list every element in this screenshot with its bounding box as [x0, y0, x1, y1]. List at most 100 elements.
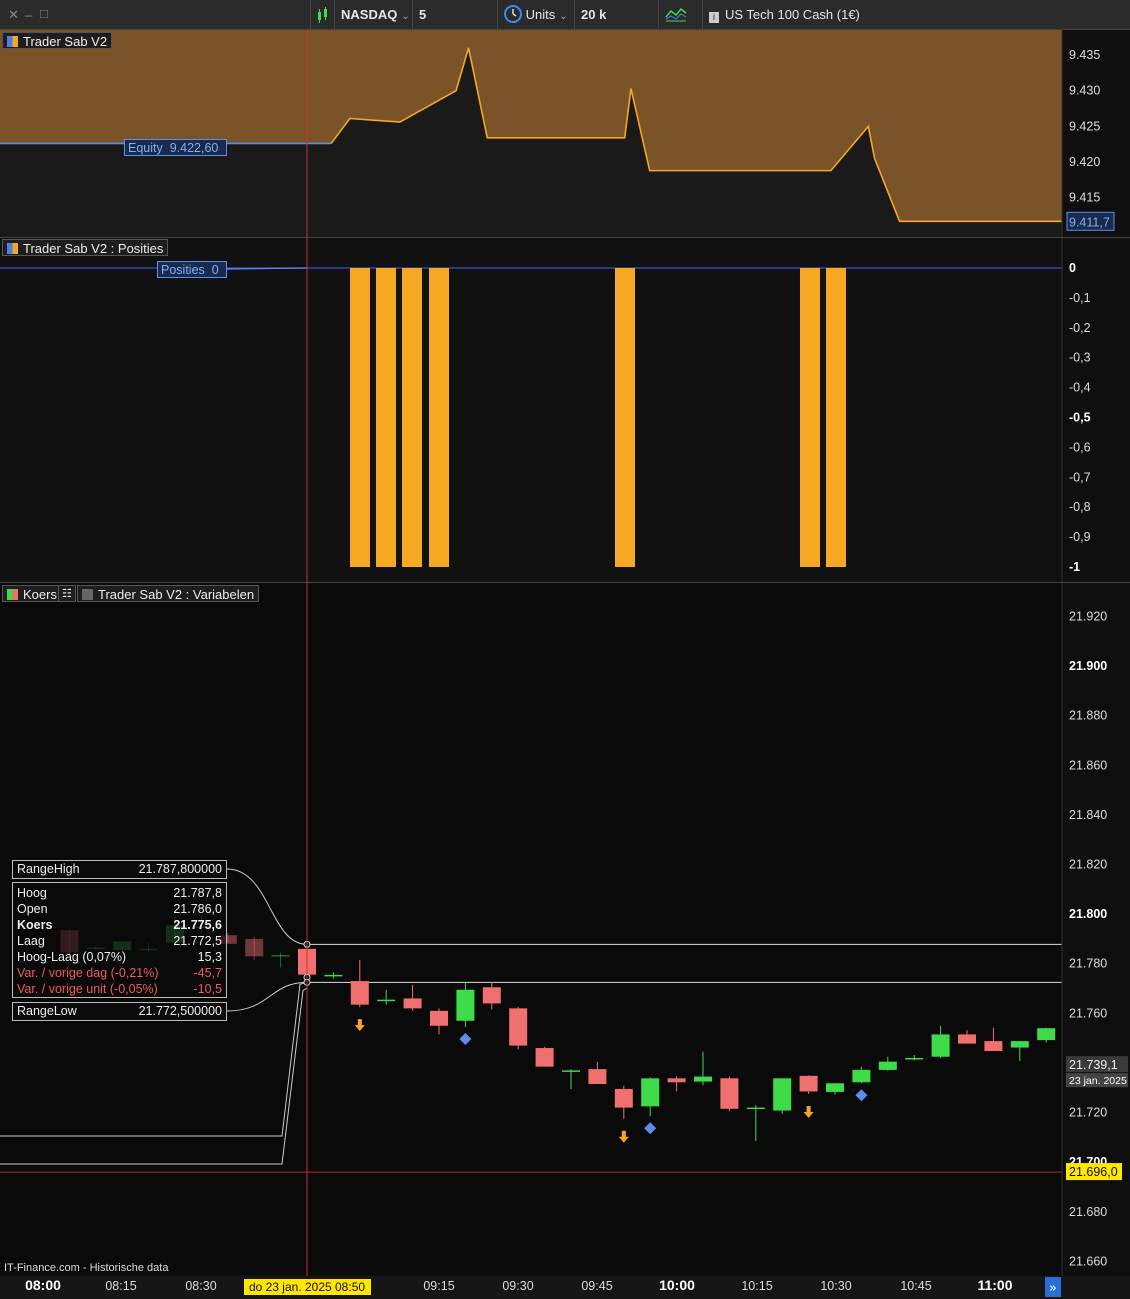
equity-y-tick: 9.415 — [1069, 191, 1100, 205]
market-label: NASDAQ — [341, 7, 398, 22]
candle-body — [641, 1078, 660, 1107]
candle-body — [588, 1069, 607, 1085]
candle-body — [878, 1061, 897, 1070]
info-row-var-unit: Var. / vorige unit (-0,05%) -10,5 — [13, 981, 226, 997]
timeframe-select[interactable]: 5 minuten⌄ — [412, 0, 497, 52]
list-button[interactable]: ☷ — [58, 585, 76, 602]
positions-panel-title[interactable]: Trader Sab V2 : Posities — [2, 239, 169, 256]
position-bar — [402, 268, 422, 567]
info-label: Open — [17, 902, 48, 916]
x-axis-background — [0, 1276, 1130, 1299]
positions-title-text: Trader Sab V2 : Posities — [23, 241, 164, 256]
indicator-chart-icon — [665, 7, 687, 22]
info-label: Koers — [17, 918, 53, 932]
x-tick: 10:45 — [900, 1279, 931, 1293]
info-label: Hoog — [17, 886, 47, 900]
info-label: Var. / vorige dag (-0,21%) — [17, 966, 159, 980]
positions-y-tick: -1 — [1069, 560, 1080, 574]
info-value: 21.787,8 — [173, 886, 222, 900]
candle-body — [456, 989, 475, 1021]
price-y-tick: 21.920 — [1069, 609, 1107, 623]
positions-y-tick: -0,2 — [1069, 321, 1091, 335]
positions-swatch-icon — [7, 243, 18, 254]
candle-body — [509, 1008, 528, 1046]
close-icon[interactable]: ✕ — [8, 7, 19, 23]
candle-body — [667, 1078, 686, 1083]
info-value: 21.786,0 — [173, 902, 222, 916]
candle-body — [931, 1034, 950, 1057]
chevron-down-icon: ⌄ — [559, 11, 568, 22]
candle-body — [614, 1088, 633, 1108]
info-row-range: Hoog-Laag (0,07%) 15,3 — [13, 949, 226, 965]
instrument-label: US Tech 100 Cash (1€) — [725, 7, 860, 22]
info-icon: i — [709, 12, 719, 23]
maximize-icon[interactable]: □ — [40, 6, 48, 21]
position-bar — [429, 268, 449, 567]
price-y-tick: 21.880 — [1069, 709, 1107, 723]
chart-canvas: 9.435 9.430 9.425 9.420 9.415 9.411,7 0 -0,1 -0… — [0, 30, 1130, 1299]
info-label: Hoog-Laag (0,07%) — [17, 950, 127, 964]
range-low-box: RangeLow 21.772,500000 — [12, 1002, 227, 1021]
price-y-tick: 21.780 — [1069, 957, 1107, 971]
variables-panel-title[interactable]: Trader Sab V2 : Variabelen — [77, 585, 260, 602]
toolbar: ✕ _ □ NASDAQ⌄ 5 minuten⌄ Units⌄ 20 k uni… — [0, 0, 1130, 52]
range-low-row: RangeLow 21.772,500000 — [13, 1003, 226, 1019]
info-value: -10,5 — [193, 982, 223, 996]
x-tick: 10:15 — [741, 1279, 772, 1293]
price-y-tick: 21.820 — [1069, 858, 1107, 872]
price-swatch-icon — [7, 589, 18, 600]
equity-panel: 9.435 9.430 9.425 9.420 9.415 9.411,7 — [0, 30, 1115, 237]
candle-body — [958, 1034, 976, 1044]
candle-body — [245, 938, 264, 957]
market-select[interactable]: NASDAQ ⌄ — [334, 0, 412, 30]
instrument-display[interactable]: i US Tech 100 Cash (1€) — [702, 0, 1130, 30]
price-y-tick: 21.680 — [1069, 1205, 1107, 1219]
minimize-icon[interactable]: _ — [25, 2, 32, 17]
price-y-tick: 21.660 — [1069, 1254, 1107, 1268]
x-tick: 10:30 — [820, 1279, 851, 1293]
x-tick: 09:30 — [502, 1279, 533, 1293]
positions-panel: 0 -0,1 -0,2 -0,3 -0,4 -0,5 -0,6 -0,7 -0,8 -0,9 -1 — [0, 238, 1091, 582]
price-title-text: Koers — [23, 587, 57, 602]
info-label: Laag — [17, 934, 45, 948]
x-tick: 08:30 — [185, 1279, 216, 1293]
candle-body — [403, 998, 422, 1009]
range-high-value: 21.787,800000 — [138, 862, 222, 876]
price-y-tick: 21.900 — [1069, 659, 1107, 673]
candle-body — [430, 1010, 448, 1026]
positions-tag: Posities 0 — [157, 261, 227, 278]
units-label: Units — [525, 7, 556, 22]
position-bar — [615, 268, 635, 567]
price-marker-value: 21.739,1 — [1069, 1058, 1118, 1072]
positions-y-tick: -0,5 — [1069, 411, 1091, 425]
info-row-open: Open 21.786,0 — [13, 901, 226, 917]
price-y-tick: 21.860 — [1069, 758, 1107, 772]
candle-type-button[interactable] — [310, 0, 334, 30]
candle-body — [482, 987, 501, 1004]
equity-last-value: 9.411,7 — [1069, 215, 1110, 229]
equity-y-tick: 9.420 — [1069, 155, 1100, 169]
equity-swatch-icon — [7, 36, 18, 47]
candle-body — [720, 1078, 739, 1109]
positions-background — [0, 238, 1062, 582]
candle-body — [984, 1041, 1003, 1052]
source-label: IT-Finance.com - Historische data — [4, 1262, 169, 1274]
positions-y-tick: -0,3 — [1069, 351, 1091, 365]
candle-body — [324, 974, 343, 977]
candle-body — [1010, 1041, 1029, 1048]
indicator-select[interactable]: ⌄ — [658, 0, 702, 52]
x-tick: 09:45 — [581, 1279, 612, 1293]
units-value-select[interactable]: 20 k units⌄ — [574, 0, 658, 52]
info-row-close: Koers 21.775,6 — [13, 917, 226, 933]
price-panel-title[interactable]: Koers — [2, 585, 62, 602]
equity-y-tick: 9.425 — [1069, 119, 1100, 133]
candle-body — [852, 1069, 871, 1083]
info-row-high: Hoog 21.787,8 — [13, 885, 226, 901]
range-high-label: RangeHigh — [17, 862, 80, 876]
positions-tag-label: Posities — [161, 263, 205, 277]
units-select[interactable]: Units ⌄ — [497, 0, 574, 30]
candle-body — [562, 1070, 580, 1072]
price-y-tick: 21.720 — [1069, 1106, 1107, 1120]
equity-panel-title[interactable]: Trader Sab V2 — [2, 32, 113, 49]
candle-body — [271, 955, 290, 957]
